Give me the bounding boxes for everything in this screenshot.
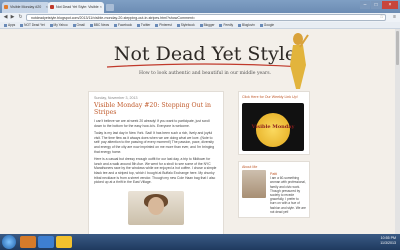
author-bio: I am a 60-something woman with professio…: [270, 176, 306, 214]
post-paragraph: Here is a casual but dressy enough outfi…: [94, 157, 217, 185]
post-date: Sunday, November 3, 2013: [94, 96, 138, 100]
close-tab-icon[interactable]: ×: [100, 4, 102, 9]
post-paragraph: I can't believe we are at week 20 alread…: [94, 119, 210, 128]
browser-tab-2[interactable]: Not Dead Yet Style: Visible ×: [48, 2, 104, 13]
forward-icon[interactable]: ▶: [9, 14, 16, 21]
bookmark-item[interactable]: Google: [260, 22, 274, 28]
bookmark-item[interactable]: Twitter: [137, 22, 150, 28]
bookmark-item[interactable]: Bloglovin: [238, 22, 255, 28]
address-bar[interactable]: notdeadyetstyle.blogspot.com/2013/11/vis…: [26, 14, 386, 21]
about-title: About Me: [242, 164, 258, 169]
browser-toolbar: ◀ ▶ ↻ notdeadyetstyle.blogspot.com/2013/…: [0, 13, 400, 22]
tab-label: Not Dead Yet Style: Visible: [56, 5, 99, 9]
link-up-title[interactable]: Click Here for Our Weekly Link Up!: [242, 95, 306, 100]
post-paragraph: Today is my last day in New York. Sad! I…: [94, 131, 215, 154]
bookmark-star-icon[interactable]: ☆: [380, 14, 384, 20]
ie-icon[interactable]: [38, 236, 54, 248]
favicon-icon: [4, 5, 8, 9]
link-up-widget: Click Here for Our Weekly Link Up! Visib…: [238, 91, 310, 155]
site-tagline: How to look authentic and beautiful in o…: [138, 71, 272, 76]
clock-date[interactable]: 11/3/2013: [380, 241, 396, 246]
bookmark-item[interactable]: My Yahoo: [50, 22, 68, 28]
bookmarks-bar: Apps NOT Dead Yet My Yahoo Gmail BBC New…: [0, 22, 400, 29]
bookmark-item[interactable]: Pinterest: [155, 22, 172, 28]
browser-tab-1[interactable]: Visible Monday #20 ×: [2, 2, 50, 13]
bookmark-item[interactable]: BBC News: [90, 22, 109, 28]
bookmark-item[interactable]: Stylebook: [177, 22, 195, 28]
start-button[interactable]: [2, 235, 16, 249]
reload-icon[interactable]: ↻: [17, 14, 24, 21]
tab-label: Visible Monday #20: [10, 5, 42, 9]
page-content: Not Dead Yet Style How to look authentic…: [0, 29, 400, 234]
bookmark-item[interactable]: Gmail: [73, 22, 85, 28]
photo-face: [148, 196, 164, 215]
new-tab-button[interactable]: [106, 4, 114, 11]
minimize-button[interactable]: –: [360, 1, 370, 9]
post-title[interactable]: Visible Monday #20: Stepping Out in Stri…: [94, 102, 218, 116]
sun-graphic: [256, 112, 290, 147]
favicon-icon: [50, 5, 54, 9]
badge-label: Visible Monday: [251, 123, 295, 130]
tab-strip: Visible Monday #20 × Not Dead Yet Style:…: [0, 0, 400, 13]
menu-wrench-icon[interactable]: ≡: [393, 14, 396, 20]
back-icon[interactable]: ◀: [2, 14, 9, 21]
bookmark-item[interactable]: Facebook: [114, 22, 132, 28]
page-scrollbar[interactable]: [395, 29, 400, 234]
close-window-button[interactable]: ×: [382, 1, 398, 9]
visible-monday-badge[interactable]: Visible Monday: [242, 102, 304, 151]
author-photo[interactable]: [242, 170, 266, 199]
sidebar: Click Here for Our Weekly Link Up! Visib…: [238, 91, 310, 234]
folder-icon[interactable]: [20, 236, 36, 248]
bookmark-item[interactable]: NOT Dead Yet: [20, 22, 45, 28]
site-title[interactable]: Not Dead Yet Style: [95, 43, 315, 65]
blog-header: Not Dead Yet Style How to look authentic…: [95, 33, 315, 93]
bookmark-item[interactable]: Blogger: [200, 22, 215, 28]
blog-post: Sunday, November 3, 2013 Visible Monday …: [88, 91, 224, 234]
bookmark-item[interactable]: Apps: [4, 22, 15, 28]
bookmark-item[interactable]: Feedly: [219, 22, 233, 28]
system-tray: 10:55 PM 11/3/2013: [380, 236, 396, 246]
scrollbar-thumb[interactable]: [396, 31, 399, 65]
windows-taskbar: 10:55 PM 11/3/2013: [0, 234, 400, 250]
chrome-icon[interactable]: [56, 236, 72, 248]
post-photo[interactable]: [128, 190, 184, 225]
about-me-widget: About Me Patti I am a 60-something woman…: [238, 160, 310, 219]
maximize-button[interactable]: □: [371, 1, 381, 9]
woman-figure-illustration: [290, 33, 309, 89]
